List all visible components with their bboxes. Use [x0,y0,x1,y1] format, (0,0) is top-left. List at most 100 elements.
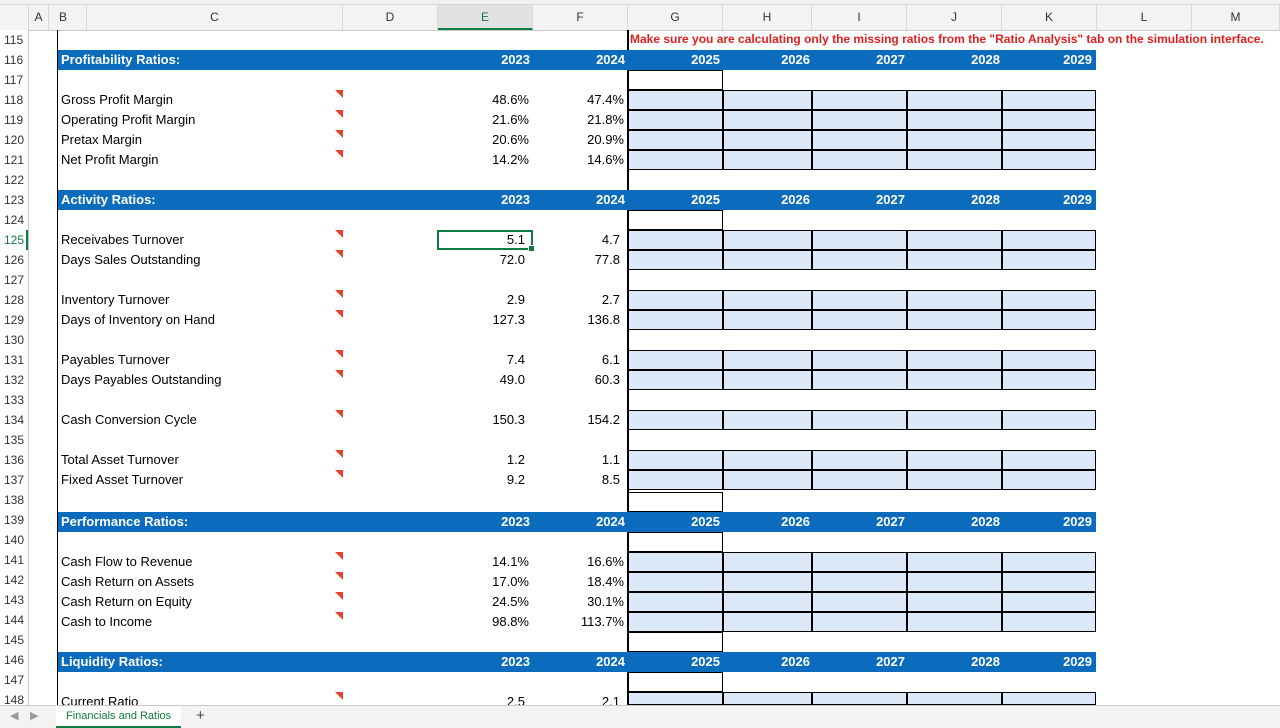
column-header-k[interactable]: K [1002,5,1097,30]
value-2024[interactable]: 154.2 [533,410,620,430]
forecast-input-cell[interactable] [723,110,812,130]
forecast-input-cell[interactable] [907,150,1002,170]
value-2023[interactable]: 127.3 [438,310,525,330]
forecast-input-cell[interactable] [812,90,907,110]
forecast-input-cell[interactable] [723,470,812,490]
comment-indicator-icon[interactable] [335,552,343,560]
comment-indicator-icon[interactable] [335,290,343,298]
forecast-input-cell[interactable] [907,250,1002,270]
value-2024[interactable]: 16.6% [533,552,624,572]
column-header-f[interactable]: F [533,5,628,30]
value-2023[interactable]: 14.1% [438,552,529,572]
forecast-input-cell[interactable] [723,572,812,592]
comment-indicator-icon[interactable] [335,130,343,138]
row-header-122[interactable]: 122 [0,170,28,190]
forecast-input-cell[interactable] [812,350,907,370]
forecast-input-cell[interactable] [907,290,1002,310]
forecast-input-cell[interactable] [1002,370,1096,390]
comment-indicator-icon[interactable] [335,410,343,418]
forecast-input-cell[interactable] [812,230,907,250]
forecast-input-cell[interactable] [628,310,723,330]
value-2023[interactable]: 14.2% [438,150,529,170]
forecast-input-cell[interactable] [723,230,812,250]
row-header-136[interactable]: 136 [0,450,28,470]
row-header-134[interactable]: 134 [0,410,28,430]
forecast-input-cell[interactable] [1002,90,1096,110]
row-header-130[interactable]: 130 [0,330,28,350]
value-2024[interactable]: 77.8 [533,250,620,270]
forecast-input-cell[interactable] [907,370,1002,390]
value-2024[interactable]: 1.1 [533,450,620,470]
value-2024[interactable]: 6.1 [533,350,620,370]
column-header-e[interactable]: E [438,5,533,30]
forecast-input-cell[interactable] [812,310,907,330]
comment-indicator-icon[interactable] [335,150,343,158]
value-2023[interactable]: 17.0% [438,572,529,592]
comment-indicator-icon[interactable] [335,110,343,118]
forecast-input-cell[interactable] [628,572,723,592]
forecast-input-cell[interactable] [1002,150,1096,170]
forecast-input-cell[interactable] [1002,592,1096,612]
row-header-125[interactable]: 125 [0,230,28,250]
forecast-input-cell[interactable] [628,470,723,490]
forecast-input-cell[interactable] [907,90,1002,110]
comment-indicator-icon[interactable] [335,470,343,478]
row-header-117[interactable]: 117 [0,70,28,90]
row-header-132[interactable]: 132 [0,370,28,390]
spacer-cell[interactable] [628,70,723,90]
forecast-input-cell[interactable] [907,110,1002,130]
forecast-input-cell[interactable] [907,450,1002,470]
comment-indicator-icon[interactable] [335,592,343,600]
forecast-input-cell[interactable] [723,130,812,150]
value-2023[interactable]: 49.0 [438,370,525,390]
select-all-corner[interactable] [0,5,29,30]
value-2024[interactable]: 47.4% [533,90,624,110]
comment-indicator-icon[interactable] [335,450,343,458]
forecast-input-cell[interactable] [907,130,1002,150]
value-2023[interactable]: 98.8% [438,612,529,632]
value-2023[interactable]: 21.6% [438,110,529,130]
forecast-input-cell[interactable] [628,230,723,250]
forecast-input-cell[interactable] [1002,310,1096,330]
forecast-input-cell[interactable] [1002,450,1096,470]
forecast-input-cell[interactable] [628,90,723,110]
comment-indicator-icon[interactable] [335,350,343,358]
forecast-input-cell[interactable] [723,450,812,470]
forecast-input-cell[interactable] [723,290,812,310]
comment-indicator-icon[interactable] [335,310,343,318]
row-header-129[interactable]: 129 [0,310,28,330]
forecast-input-cell[interactable] [628,592,723,612]
row-header-141[interactable]: 141 [0,550,28,570]
forecast-input-cell[interactable] [812,410,907,430]
row-header-144[interactable]: 144 [0,610,28,630]
forecast-input-cell[interactable] [723,612,812,632]
forecast-input-cell[interactable] [628,350,723,370]
forecast-input-cell[interactable] [723,150,812,170]
add-sheet-button[interactable]: + [196,707,205,724]
forecast-input-cell[interactable] [907,572,1002,592]
forecast-input-cell[interactable] [723,350,812,370]
value-2024[interactable]: 2.7 [533,290,620,310]
forecast-input-cell[interactable] [723,250,812,270]
forecast-input-cell[interactable] [907,350,1002,370]
forecast-input-cell[interactable] [1002,130,1096,150]
column-header-m[interactable]: M [1192,5,1280,30]
forecast-input-cell[interactable] [907,612,1002,632]
forecast-input-cell[interactable] [723,310,812,330]
forecast-input-cell[interactable] [1002,612,1096,632]
value-2023[interactable]: 9.2 [438,470,525,490]
row-header-118[interactable]: 118 [0,90,28,110]
forecast-input-cell[interactable] [1002,692,1096,705]
forecast-input-cell[interactable] [628,450,723,470]
column-header-j[interactable]: J [907,5,1002,30]
forecast-input-cell[interactable] [1002,572,1096,592]
value-2023[interactable]: 72.0 [438,250,525,270]
forecast-input-cell[interactable] [907,310,1002,330]
value-2024[interactable]: 20.9% [533,130,624,150]
row-header-115[interactable]: 115 [0,30,28,50]
forecast-input-cell[interactable] [812,450,907,470]
value-2024[interactable]: 18.4% [533,572,624,592]
forecast-input-cell[interactable] [812,130,907,150]
comment-indicator-icon[interactable] [335,612,343,620]
value-2024[interactable]: 14.6% [533,150,624,170]
